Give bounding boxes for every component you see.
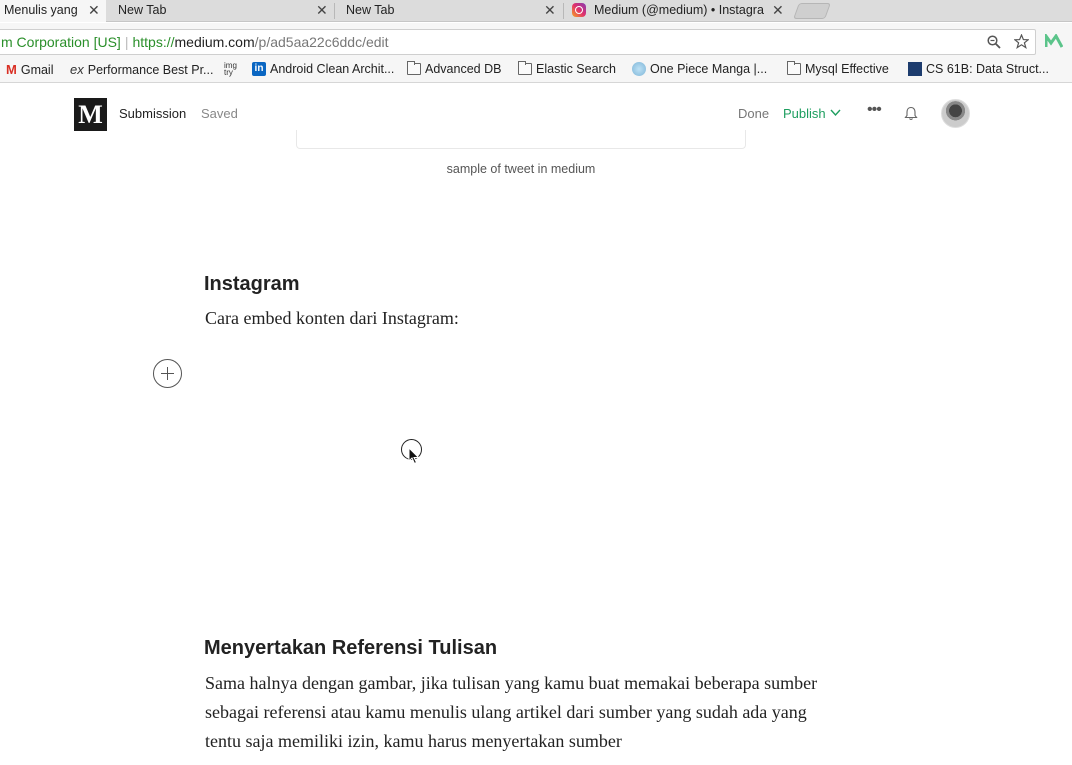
bookmark-label: Android Clean Archit...: [270, 62, 395, 76]
new-tab-button[interactable]: [793, 3, 831, 19]
linkedin-icon: in: [252, 62, 266, 76]
bookmark-imgtry[interactable]: img try: [224, 61, 242, 77]
folder-icon: [407, 61, 421, 75]
more-options-button[interactable]: •••: [867, 101, 882, 119]
bookmark-label: Mysql Effective: [805, 62, 889, 76]
bell-icon[interactable]: [904, 106, 918, 121]
image-caption[interactable]: sample of tweet in medium: [296, 162, 746, 176]
paragraph-instagram[interactable]: Cara embed konten dari Instagram:: [205, 308, 459, 329]
tab-new-tab-1[interactable]: New Tab ✕: [108, 0, 334, 22]
mouse-cursor-icon: [408, 447, 420, 465]
folder-icon: [518, 61, 532, 75]
address-divider: |: [124, 34, 129, 50]
bookmark-label: One Piece Manga |...: [650, 62, 768, 76]
medium-extension-icon[interactable]: [1045, 34, 1063, 48]
bookmark-label: Performance Best Pr...: [87, 62, 214, 77]
bookmark-advanced-db[interactable]: Advanced DB: [407, 61, 502, 76]
bookmark-elastic-search[interactable]: Elastic Search: [518, 61, 616, 76]
url-scheme: https://: [132, 34, 175, 50]
saved-status: Saved: [201, 106, 238, 121]
tab-new-tab-2[interactable]: New Tab ✕: [336, 0, 562, 22]
bookmark-label: CS 61B: Data Struct...: [926, 62, 1049, 76]
tab-label: Medium (@medium) • Instagra: [594, 3, 764, 17]
cs-icon: [908, 62, 922, 76]
bookmark-cs61b[interactable]: CS 61B: Data Struct...: [908, 62, 1049, 76]
bookmark-label: Elastic Search: [536, 62, 616, 76]
address-bar[interactable]: m Corporation [US] | https://medium.com/p/…: [0, 29, 1036, 55]
embedded-tweet-card: [296, 130, 746, 149]
chevron-down-icon[interactable]: [830, 109, 841, 117]
zoom-icon[interactable]: [987, 35, 1001, 49]
url-path: /p/ad5aa22c6ddc/edit: [254, 34, 389, 50]
ex-icon: ex: [70, 62, 84, 77]
close-icon[interactable]: ✕: [772, 0, 784, 20]
tab-label: New Tab: [118, 3, 167, 17]
toolbar: m Corporation [US] | https://medium.com/p/…: [0, 23, 1072, 59]
imgtry-icon: img try: [224, 61, 237, 77]
submission-label[interactable]: Submission: [119, 106, 186, 121]
avatar[interactable]: [941, 99, 970, 128]
ev-certificate-label: m Corporation [US]: [1, 34, 121, 50]
section-heading-instagram[interactable]: Instagram: [204, 273, 300, 296]
bookmark-android[interactable]: in Android Clean Archit...: [252, 62, 394, 76]
gmail-icon: M: [6, 62, 17, 77]
bookmark-label: Gmail: [20, 62, 54, 77]
add-embed-button[interactable]: [153, 359, 182, 388]
close-icon[interactable]: ✕: [544, 0, 556, 20]
done-button[interactable]: Done: [738, 106, 769, 121]
publish-button[interactable]: Publish: [783, 106, 826, 121]
tab-strip: Menulis yang ✕ New Tab ✕ New Tab ✕ Mediu…: [0, 0, 1072, 22]
bookmarks-bar: M Gmail ex Performance Best Pr... img try…: [0, 59, 1072, 83]
close-icon[interactable]: ✕: [316, 0, 328, 20]
bookmark-mysql[interactable]: Mysql Effective: [787, 61, 889, 76]
close-icon[interactable]: ✕: [88, 0, 100, 20]
section-heading-referensi[interactable]: Menyertakan Referensi Tulisan: [204, 637, 497, 660]
folder-icon: [787, 61, 801, 75]
globe-icon: [632, 62, 646, 76]
bookmark-one-piece[interactable]: One Piece Manga |...: [632, 62, 767, 76]
url-host: medium.com: [174, 34, 255, 50]
address-text: m Corporation [US] | https://medium.com/p/…: [1, 34, 389, 50]
tab-separator: [334, 3, 335, 19]
tab-label: New Tab: [346, 3, 395, 17]
instagram-icon: [572, 3, 586, 17]
tab-menulis[interactable]: Menulis yang ✕: [0, 0, 106, 22]
star-icon[interactable]: [1014, 34, 1029, 49]
medium-logo[interactable]: M: [74, 98, 107, 131]
tab-label: Menulis yang: [4, 3, 78, 17]
paragraph-referensi[interactable]: Sama halnya dengan gambar, jika tulisan …: [205, 669, 845, 756]
bookmark-gmail[interactable]: M Gmail: [6, 62, 54, 77]
tab-separator: [563, 3, 564, 19]
bookmark-performance[interactable]: ex Performance Best Pr...: [70, 62, 213, 77]
bookmark-label: Advanced DB: [425, 62, 502, 76]
tab-medium-instagram[interactable]: Medium (@medium) • Instagra ✕: [566, 0, 792, 22]
